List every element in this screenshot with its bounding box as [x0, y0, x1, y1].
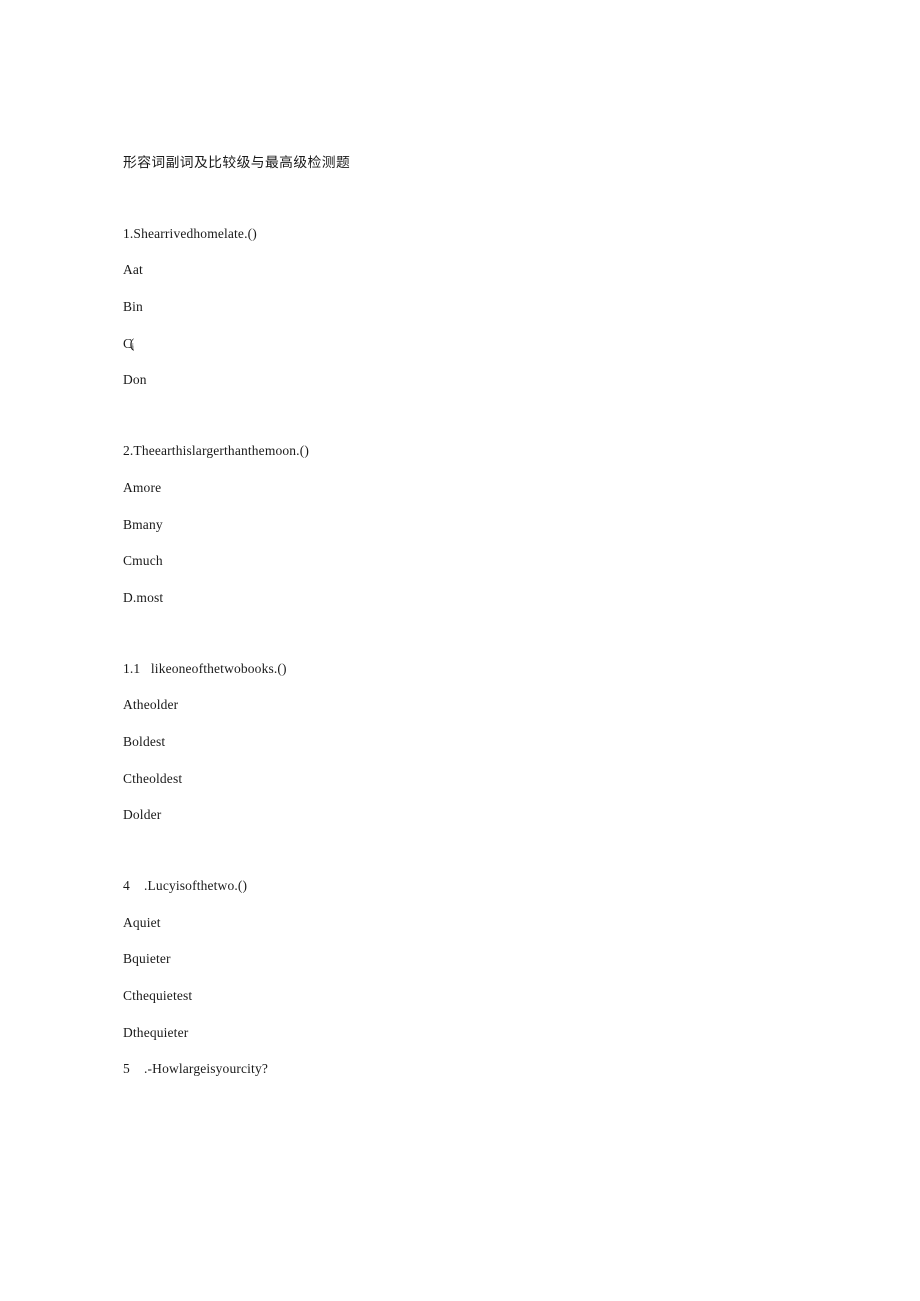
corrupted-glyph-primary: C(	[123, 335, 134, 351]
question-option: Aat	[123, 262, 143, 278]
question-option: Amore	[123, 479, 162, 495]
question-option: Bin	[123, 299, 143, 315]
document-body: 形容词副词及比较级与最高级检测题 1.Shearrivedhomelate.()…	[123, 145, 823, 1088]
question-option: Dolder	[123, 807, 162, 823]
question-option: Cthequietest	[123, 988, 193, 1004]
question-stem: 4 .Lucyisofthetwo.()	[123, 878, 248, 893]
question-option: Aquiet	[123, 914, 161, 930]
question-option: Boldest	[123, 733, 166, 749]
question-stem: 2.Theearthislargerthanthemoon.()	[123, 443, 309, 459]
question-option-corrupted: C(i	[123, 326, 823, 363]
document-page: 形容词副词及比较级与最高级检测题 1.Shearrivedhomelate.()…	[0, 0, 920, 1301]
question-option: Ctheoldest	[123, 770, 183, 786]
corrupted-glyph: C(i	[123, 326, 134, 366]
question-option: Bquieter	[123, 951, 171, 967]
corrupted-glyph-subscript: i	[131, 341, 135, 352]
question-stem: 1.Shearrivedhomelate.()	[123, 225, 257, 241]
question-option: Bmany	[123, 516, 163, 532]
document-title: 形容词副词及比较级与最高级检测题	[123, 155, 351, 170]
question-option: Dthequieter	[123, 1024, 189, 1040]
question-option: Don	[123, 372, 147, 388]
question-stem-truncated: 5 .-Howlargeisyourcity?	[123, 1061, 268, 1077]
question-option: Atheolder	[123, 697, 179, 713]
question-option: Cmuch	[123, 553, 163, 569]
question-option: D.most	[123, 589, 164, 605]
question-stem: 1.1 likeoneofthetwobooks.()	[123, 660, 287, 676]
